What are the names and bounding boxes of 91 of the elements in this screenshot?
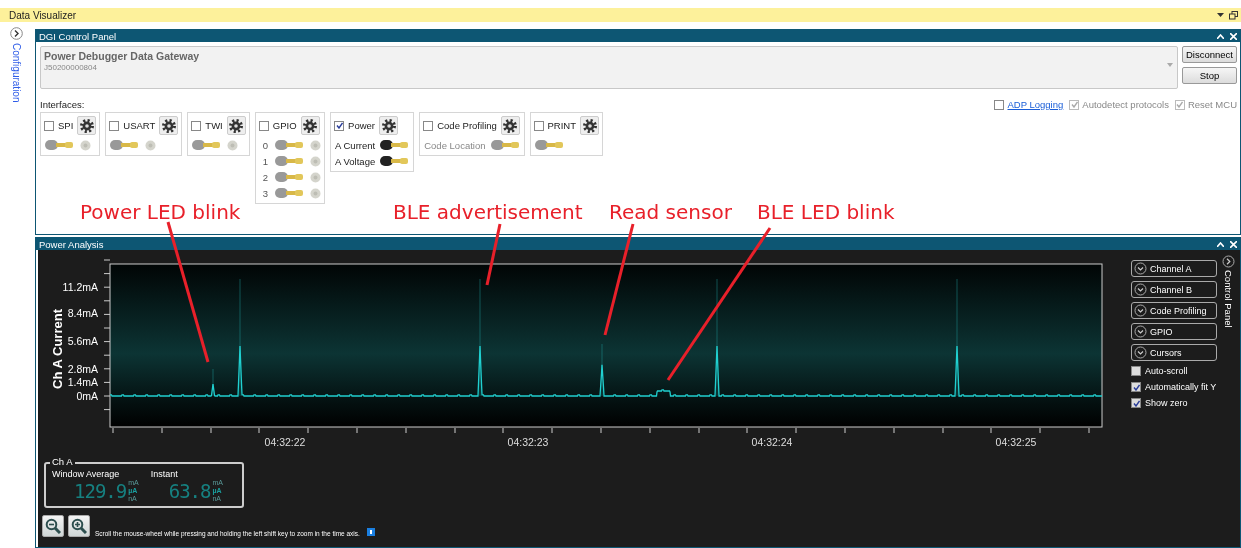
dropdown-icon[interactable] [1217, 12, 1224, 18]
adp-logging-link[interactable]: ADP Logging [1007, 99, 1064, 110]
checkbox[interactable] [533, 120, 544, 131]
leader-line [485, 223, 502, 286]
channel-label: 1 [262, 155, 269, 167]
settings-button[interactable] [300, 116, 320, 135]
close-icon[interactable] [1230, 240, 1237, 248]
section-toggle-button[interactable]: Cursors [1131, 344, 1217, 361]
plug-icon[interactable] [380, 155, 411, 167]
stop-button[interactable]: Stop [1182, 67, 1237, 84]
checkbox[interactable] [1131, 382, 1141, 392]
settings-button[interactable] [159, 116, 179, 135]
reading-label: Instant [150, 469, 179, 479]
option-label: Show zero [1145, 398, 1188, 408]
reading-label: Window Average [52, 469, 121, 479]
x-tick-label: 04:32:24 [751, 436, 793, 448]
x-tick-label: 04:32:22 [264, 436, 306, 448]
interfaces-label: Interfaces: [40, 99, 85, 110]
y-tick-label: 5.6mA [67, 335, 98, 347]
disconnect-button[interactable]: Disconnect [1182, 46, 1237, 63]
seven-segment-value: 129.9 [74, 480, 127, 502]
close-icon[interactable] [1230, 32, 1237, 40]
panel-title: DGI Control Panel [39, 30, 117, 42]
channel-label: 0 [262, 139, 269, 151]
x-tick-label: 04:32:25 [995, 436, 1037, 448]
checkbox[interactable] [191, 120, 202, 131]
interface-label: USART [123, 120, 156, 131]
x-tick-label: 04:32:23 [507, 436, 549, 448]
chevron-down-icon [1134, 325, 1147, 338]
settings-button[interactable] [379, 116, 398, 135]
section-toggle-button[interactable]: Channel B [1131, 281, 1217, 298]
zoom-in-button[interactable] [68, 515, 90, 537]
collapse-icon[interactable] [1217, 33, 1224, 39]
settings-button[interactable] [500, 116, 520, 135]
interface-label: GPIO [272, 120, 297, 131]
collapse-icon[interactable] [1217, 241, 1224, 247]
checkbox[interactable] [44, 120, 54, 131]
checkbox[interactable] [258, 120, 269, 131]
configuration-tab[interactable]: Configuration [11, 43, 22, 103]
chevron-down-icon [1134, 262, 1147, 275]
window-title: Data Visualizer [9, 9, 77, 21]
expand-icon[interactable] [1222, 255, 1235, 268]
y-tick-label: 8.4mA [67, 307, 98, 319]
y-tick-label: 1.4mA [67, 376, 98, 388]
checkbox[interactable] [1131, 398, 1141, 408]
checkbox[interactable] [994, 99, 1005, 110]
settings-button[interactable] [580, 116, 599, 135]
settings-button[interactable] [77, 116, 97, 135]
help-icon[interactable] [366, 528, 375, 536]
channel-label: 2 [262, 171, 269, 183]
interface-label: Power [348, 120, 375, 131]
checkbox[interactable] [423, 120, 434, 131]
interface-label: Code Profiling [437, 120, 497, 131]
y-axis-label: Ch A Current [50, 309, 65, 389]
chevron-down-icon [1134, 283, 1147, 296]
section-toggle-button[interactable]: Channel A [1131, 260, 1217, 277]
panel-title: Power Analysis [39, 238, 104, 250]
restore-icon[interactable] [1229, 10, 1238, 20]
checkbox[interactable] [109, 120, 120, 131]
channel-label: A Current [335, 139, 376, 151]
y-tick-label: 2.8mA [67, 363, 98, 375]
channel-label: A Voltage [335, 155, 376, 167]
expand-icon[interactable] [10, 27, 23, 40]
y-tick-label: 0mA [76, 390, 98, 402]
zoom-out-button[interactable] [42, 515, 64, 537]
annotation-text: Read sensor [609, 200, 732, 224]
annotation-text: BLE LED blink [757, 200, 895, 224]
checkbox[interactable] [334, 120, 345, 131]
annotation-text: BLE advertisement [393, 200, 583, 224]
section-toggle-button[interactable]: GPIO [1131, 323, 1217, 340]
annotation-text: Power LED blink [80, 200, 241, 224]
section-toggle-button[interactable]: Code Profiling [1131, 302, 1217, 319]
channel-label: Code Location [424, 139, 486, 151]
interface-label: PRINT [547, 120, 576, 131]
y-tick-label: 11.2mA [62, 281, 98, 293]
option-label: Autodetect protocols [1082, 99, 1169, 110]
device-dropdown[interactable]: Power Debugger Data Gateway J50200000804 [40, 46, 1178, 89]
meter-title: Ch A [50, 456, 75, 467]
interface-label: TWI [205, 120, 223, 131]
interface-label: SPI [58, 120, 74, 131]
seven-segment-value: 63.8 [168, 480, 211, 502]
settings-button[interactable] [226, 116, 246, 135]
chevron-down-icon [1134, 304, 1147, 317]
checkbox[interactable] [1131, 366, 1141, 376]
option-label: Auto-scroll [1145, 366, 1188, 376]
plug-icon[interactable] [380, 139, 411, 151]
option-label: Automatically fit Y [1145, 382, 1217, 392]
chevron-down-icon [1134, 346, 1147, 359]
channel-label: 3 [262, 187, 269, 199]
option-label: Reset MCU [1187, 99, 1237, 110]
control-panel-tab[interactable]: Control Panel [1223, 270, 1234, 328]
